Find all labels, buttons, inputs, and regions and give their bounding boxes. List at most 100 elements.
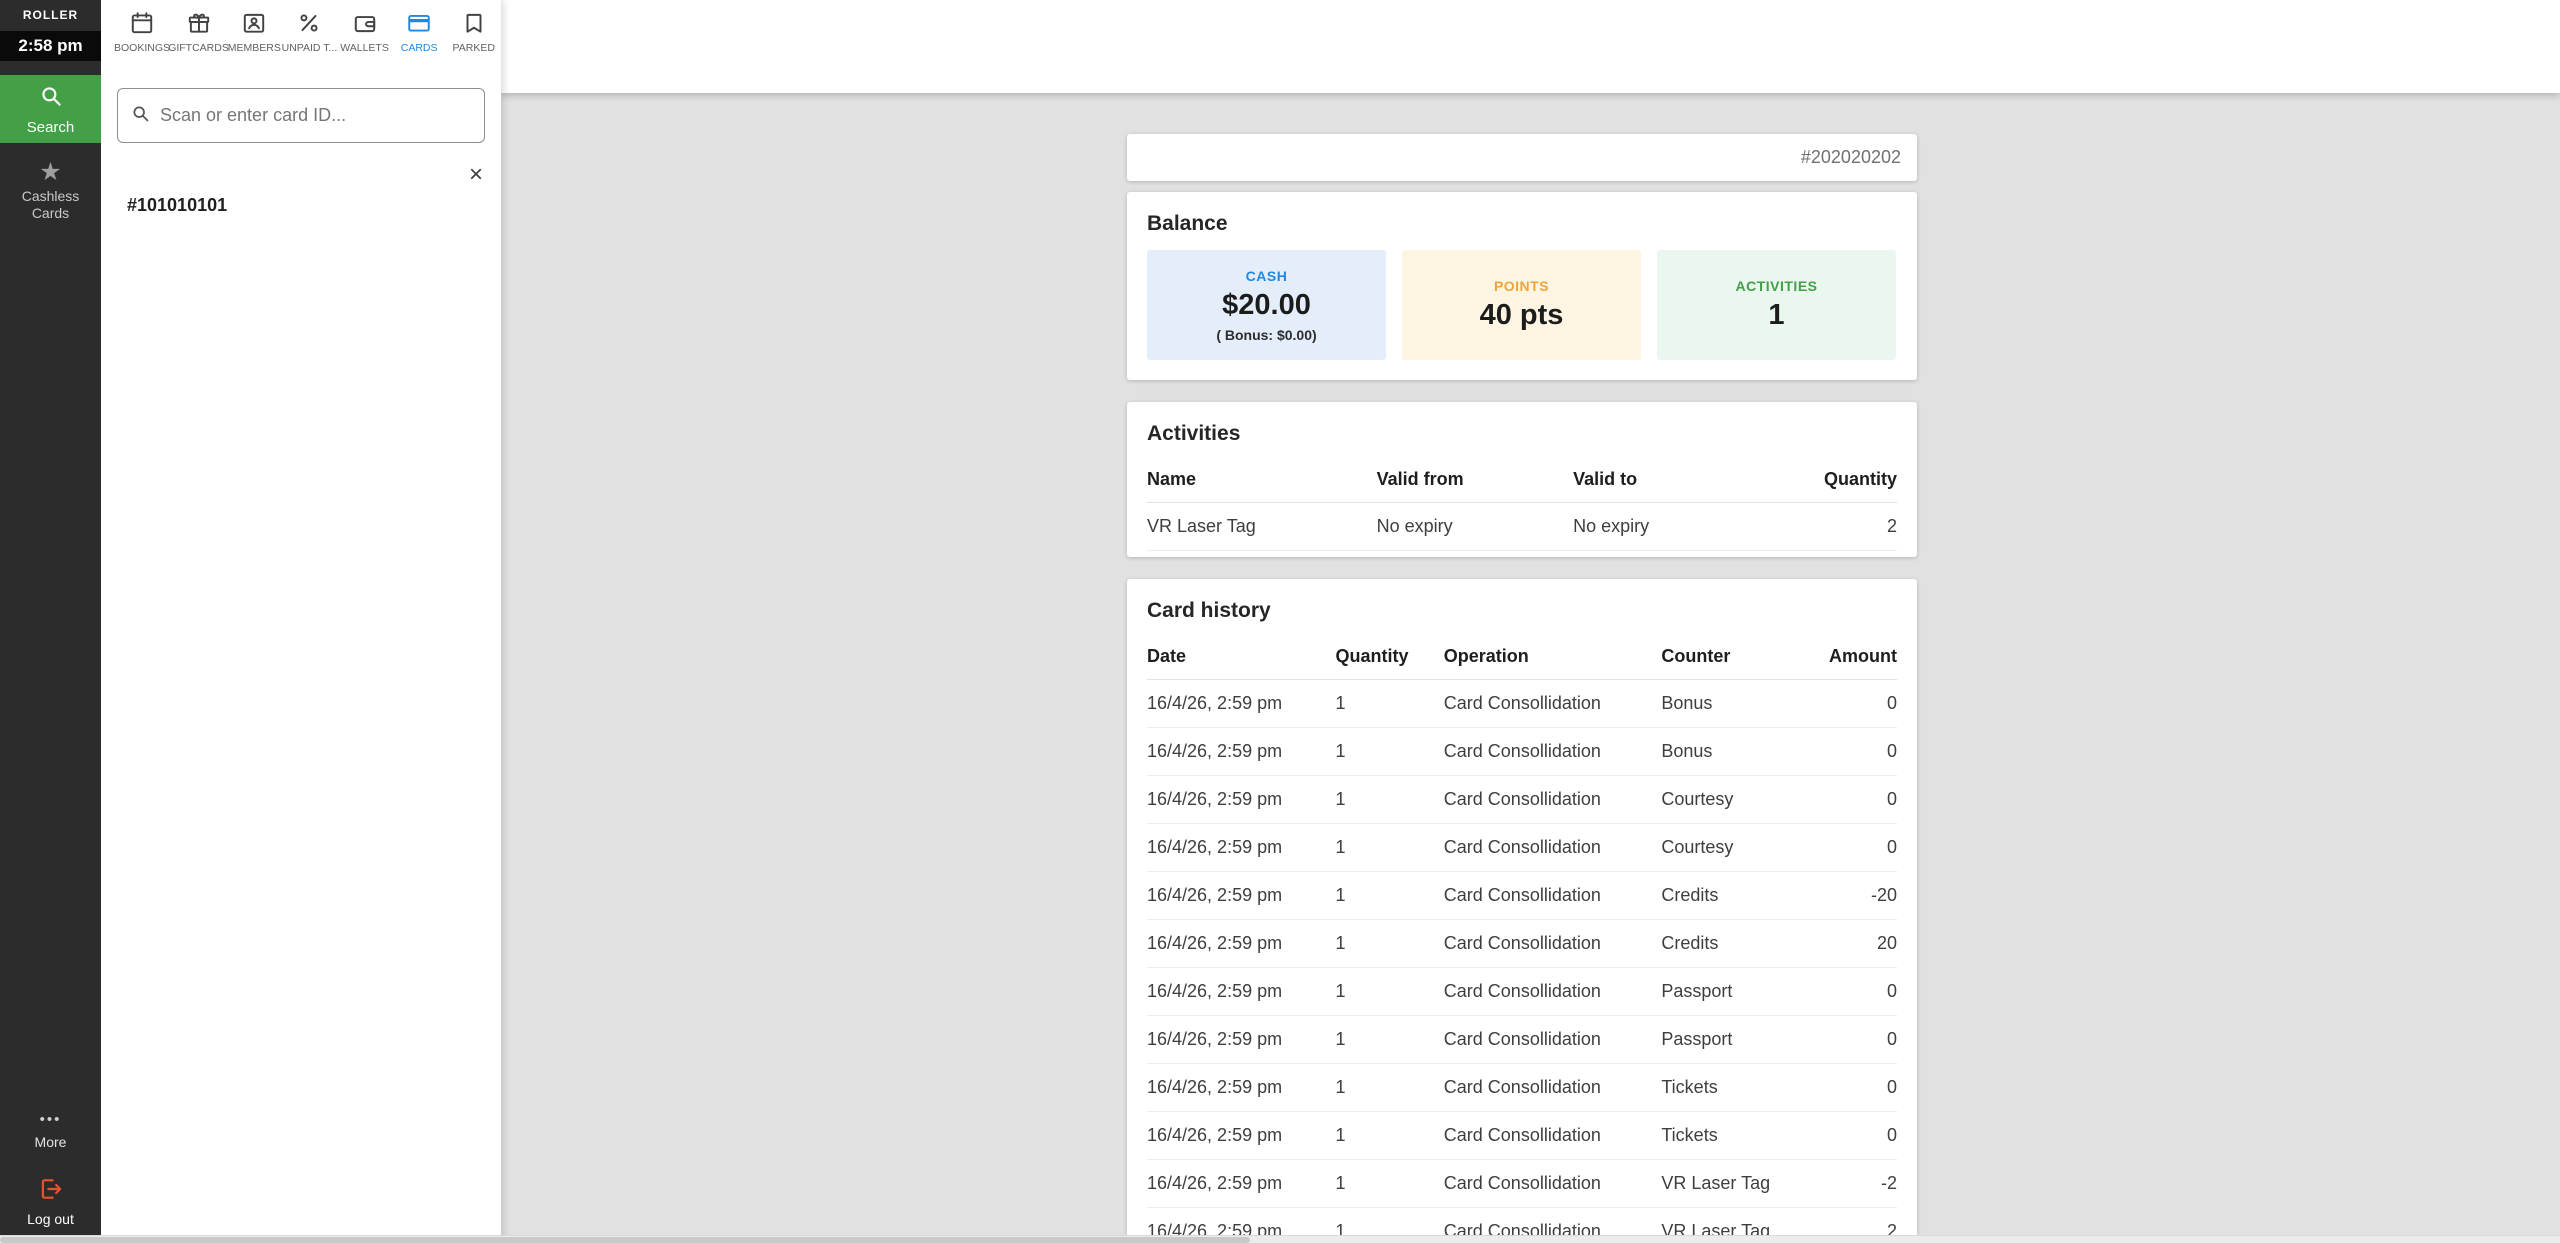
table-cell: Tickets (1661, 1111, 1822, 1160)
table-cell: 16/4/26, 2:59 pm (1147, 1015, 1336, 1064)
table-cell: Card Consollidation (1443, 1159, 1662, 1208)
card-search-box[interactable] (117, 88, 485, 143)
table-row: 16/4/26, 2:59 pm 1 Card Consollidation Cour… (1147, 823, 1897, 872)
sidebar-item-more[interactable]: ••• More (0, 1112, 101, 1150)
table-cell: Bonus (1661, 727, 1822, 776)
tab-giftcards[interactable]: GIFTCARDS (168, 10, 229, 80)
table-row: 16/4/26, 2:59 pm 1 Card Consollidation Cour… (1147, 775, 1897, 824)
table-cell: 1 (1335, 679, 1444, 728)
clock: 2:58 pm (0, 31, 101, 61)
points-label: POINTS (1493, 278, 1550, 294)
table-cell: Card Consollidation (1443, 1015, 1662, 1064)
table-cell: No expiry (1376, 502, 1574, 551)
card-search-input[interactable] (160, 105, 472, 126)
table-cell: Card Consollidation (1443, 1063, 1662, 1112)
table-cell: Card Consollidation (1443, 871, 1662, 920)
column-header: Quantity (1769, 456, 1897, 503)
table-cell: 16/4/26, 2:59 pm (1147, 967, 1336, 1016)
table-cell: 0 (1821, 1015, 1897, 1064)
tab-unpaid-transactions[interactable]: UNPAID T... (282, 10, 337, 80)
table-cell: Card Consollidation (1443, 823, 1662, 872)
tab-label: WALLETS (340, 42, 389, 54)
table-cell: VR Laser Tag (1147, 502, 1377, 551)
card-history-title: Card history (1147, 599, 1271, 622)
column-header: Valid to (1573, 456, 1770, 503)
percent-icon (296, 10, 322, 36)
table-row: 16/4/26, 2:59 pm 1 Card Consollidation Cred… (1147, 871, 1897, 920)
sidebar-item-logout[interactable]: Log out (0, 1176, 101, 1227)
table-header-row: Date Quantity Operation Counter Amount (1147, 633, 1897, 680)
table-header-row: Name Valid from Valid to Quantity (1147, 456, 1897, 503)
card-history-table: Date Quantity Operation Counter Amount 16/4/… (1147, 633, 1897, 1243)
table-row: 16/4/26, 2:59 pm 1 Card Consollidation Tick… (1147, 1111, 1897, 1160)
table-cell: 16/4/26, 2:59 pm (1147, 727, 1336, 776)
tab-label: MEMBERS (227, 42, 281, 54)
table-row: 16/4/26, 2:59 pm 1 Card Consollidation Bonu… (1147, 727, 1897, 776)
table-cell: -2 (1821, 1159, 1897, 1208)
sidebar-item-search[interactable]: Search (0, 75, 101, 143)
table-cell: Courtesy (1661, 775, 1822, 824)
activities-balance-box: ACTIVITIES 1 (1657, 250, 1896, 360)
cashless-cards-label: Cashless Cards (21, 188, 80, 221)
tab-cards[interactable]: CARDS (392, 10, 447, 80)
table-cell: 16/4/26, 2:59 pm (1147, 919, 1336, 968)
table-cell: Credits (1661, 919, 1822, 968)
table-row: 16/4/26, 2:59 pm 1 Card Consollidation Pass… (1147, 967, 1897, 1016)
logout-icon (38, 1176, 64, 1207)
search-label: Search (26, 118, 75, 136)
table-cell: 16/4/26, 2:59 pm (1147, 871, 1336, 920)
activities-value: 1 (1768, 299, 1785, 331)
table-cell: 0 (1821, 1111, 1897, 1160)
search-icon (130, 103, 151, 129)
table-cell: 1 (1335, 967, 1444, 1016)
tab-members[interactable]: MEMBERS (227, 10, 282, 80)
table-row: 16/4/26, 2:59 pm 1 Card Consollidation Tick… (1147, 1063, 1897, 1112)
table-cell: Card Consollidation (1443, 775, 1662, 824)
table-cell: Credits (1661, 871, 1822, 920)
table-cell: 16/4/26, 2:59 pm (1147, 1111, 1336, 1160)
table-cell: 1 (1335, 775, 1444, 824)
card-detail-panel: #202020202 Balance CASH $20.00 ( Bonus: … (1127, 134, 1917, 1243)
table-cell: Card Consollidation (1443, 967, 1662, 1016)
tab-label: PARKED (452, 42, 495, 54)
table-cell: No expiry (1573, 502, 1770, 551)
activities-section: Activities Name Valid from Valid to Quantit… (1127, 402, 1917, 557)
table-row: VR Laser Tag No expiry No expiry 2 (1147, 502, 1897, 551)
card-result-id[interactable]: #101010101 (117, 195, 483, 216)
app-sidebar: ROLLER 2:58 pm Search ★ Cashless Cards •… (0, 0, 101, 1243)
tab-label: CARDS (400, 42, 438, 54)
table-cell: 2 (1769, 502, 1897, 551)
table-cell: 1 (1335, 1063, 1444, 1112)
sidebar-item-cashless-cards[interactable]: ★ Cashless Cards (0, 159, 101, 222)
table-cell: 0 (1821, 727, 1897, 776)
credit-card-icon (406, 10, 432, 36)
horizontal-scrollbar[interactable] (0, 1235, 2560, 1243)
table-row: 16/4/26, 2:59 pm 1 Card Consollidation Pass… (1147, 1015, 1897, 1064)
table-cell: 1 (1335, 1015, 1444, 1064)
balance-title: Balance (1147, 212, 1228, 235)
table-cell: 0 (1821, 775, 1897, 824)
table-cell: 1 (1335, 1159, 1444, 1208)
tab-bookings[interactable]: BOOKINGS (114, 10, 170, 80)
table-row: 16/4/26, 2:59 pm 1 Card Consollidation Bonu… (1147, 679, 1897, 728)
table-cell: 16/4/26, 2:59 pm (1147, 823, 1336, 872)
close-icon[interactable]: × (469, 163, 483, 187)
tab-wallets[interactable]: WALLETS (337, 10, 392, 80)
tab-parked[interactable]: PARKED (446, 10, 501, 80)
logout-label: Log out (27, 1211, 74, 1227)
cash-label: CASH (1245, 267, 1288, 284)
column-header: Name (1147, 456, 1377, 503)
column-header: Counter (1661, 633, 1822, 680)
tab-label: BOOKINGS (114, 42, 171, 54)
top-bar (501, 0, 2560, 93)
table-cell: Courtesy (1661, 823, 1822, 872)
column-header: Amount (1821, 633, 1897, 680)
table-cell: VR Laser Tag (1661, 1159, 1822, 1208)
table-cell: 0 (1821, 823, 1897, 872)
star-icon: ★ (39, 158, 62, 186)
scrollbar-thumb[interactable] (0, 1237, 1250, 1243)
card-number: #202020202 (1800, 147, 1901, 167)
table-cell: 16/4/26, 2:59 pm (1147, 1063, 1336, 1112)
activities-label: ACTIVITIES (1735, 278, 1818, 294)
more-label: More (34, 1134, 67, 1150)
